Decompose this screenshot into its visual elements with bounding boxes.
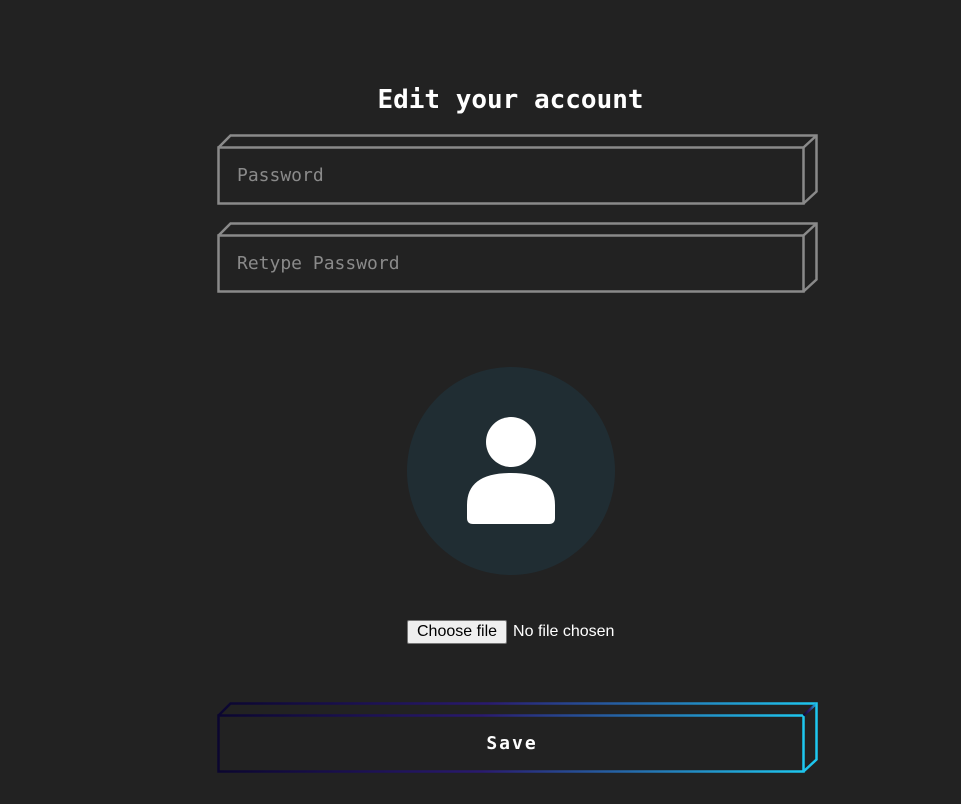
choose-file-button[interactable]: Choose file — [407, 620, 508, 644]
retype-password-input[interactable] — [219, 236, 803, 291]
password-field[interactable] — [217, 134, 819, 206]
save-button[interactable]: Save — [217, 702, 819, 774]
save-button-label: Save — [486, 733, 538, 754]
avatar-file-input[interactable]: Choose file No file chosen — [407, 619, 614, 645]
password-input[interactable] — [219, 148, 803, 203]
page-title: Edit your account — [377, 85, 644, 115]
retype-password-field[interactable] — [217, 222, 819, 294]
file-status-text: No file chosen — [513, 623, 615, 640]
user-silhouette-icon — [467, 417, 555, 524]
avatar — [407, 367, 615, 575]
